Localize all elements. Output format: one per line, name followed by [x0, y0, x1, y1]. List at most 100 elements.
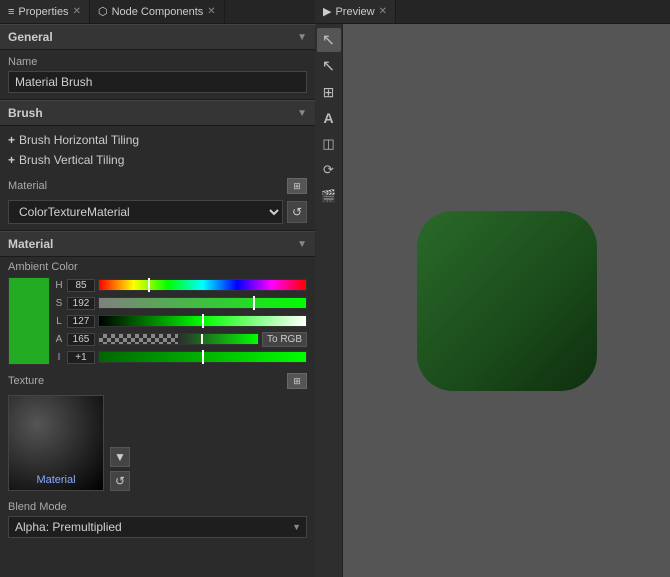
section-material-arrow: ▼	[297, 239, 307, 250]
left-panel: ≡ Properties ✕ ⬡ Node Components ✕ Gener…	[0, 0, 315, 577]
properties-icon: ≡	[8, 6, 14, 18]
section-general-label: General	[8, 30, 53, 44]
tab-node-components[interactable]: ⬡ Node Components ✕	[90, 0, 225, 23]
name-label: Name	[8, 56, 307, 68]
color-section: H S L	[0, 275, 315, 369]
blend-dropdown[interactable]: Alpha: Premultiplied	[8, 516, 307, 538]
tab-properties[interactable]: ≡ Properties ✕	[0, 0, 90, 23]
link-tool-btn[interactable]: ⟳	[317, 158, 341, 182]
material-icon-btn[interactable]: ⊞	[287, 178, 307, 194]
select-tool-btn[interactable]: ↖	[317, 54, 341, 78]
intensity-slider-row: I	[54, 349, 307, 365]
h-slider-bar[interactable]	[98, 279, 307, 291]
texture-grid-icon: ⊞	[293, 376, 301, 387]
plus-icon-v: +	[8, 153, 15, 167]
texture-label: Texture	[8, 375, 44, 387]
preview-canvas	[343, 24, 670, 577]
tab-properties-label: Properties	[18, 6, 68, 18]
l-label: L	[54, 316, 64, 327]
s-value[interactable]	[67, 297, 95, 310]
texture-dropdown-btn[interactable]: ▼	[110, 447, 130, 467]
l-value[interactable]	[67, 315, 95, 328]
tab-node-components-label: Node Components	[112, 6, 204, 18]
section-material[interactable]: Material ▼	[0, 231, 315, 257]
toolbar: ↖ ↖ ⊞ A ◫ ⟳ 🎬	[315, 24, 343, 577]
blend-label: Blend Mode	[8, 501, 307, 513]
a-color	[178, 334, 257, 344]
grid-tool-icon: ⊞	[323, 84, 335, 101]
i-slider-bar[interactable]	[98, 351, 307, 363]
texture-reset-btn[interactable]: ↺	[110, 471, 130, 491]
text-tool-btn[interactable]: A	[317, 106, 341, 130]
texture-row: Texture ⊞	[0, 369, 315, 391]
grid-tool-btn[interactable]: ⊞	[317, 80, 341, 104]
camera-tool-icon: 🎬	[321, 189, 336, 203]
material-grid-icon: ⊞	[293, 181, 301, 192]
i-label: I	[54, 352, 64, 363]
section-material-label: Material	[8, 237, 53, 251]
preview-content: ↖ ↖ ⊞ A ◫ ⟳ 🎬	[315, 24, 670, 577]
preview-rounded-rect	[417, 211, 597, 391]
h-label: H	[54, 280, 64, 291]
preview-tab-bar: ▶ Preview ✕	[315, 0, 670, 24]
tab-bar: ≡ Properties ✕ ⬡ Node Components ✕	[0, 0, 315, 24]
ambient-color-label: Ambient Color	[0, 257, 315, 275]
h-value[interactable]	[67, 279, 95, 292]
select-tool-icon: ↖	[322, 56, 335, 76]
i-value[interactable]	[67, 351, 95, 364]
tab-properties-close[interactable]: ✕	[73, 6, 81, 17]
layers-tool-btn[interactable]: ◫	[317, 132, 341, 156]
texture-controls: ▼ ↺	[110, 447, 130, 491]
section-general[interactable]: General ▼	[0, 24, 315, 50]
brush-items: + Brush Horizontal Tiling + Brush Vertic…	[0, 126, 315, 174]
a-slider-bar[interactable]	[98, 333, 259, 345]
tab-preview-close[interactable]: ✕	[379, 6, 387, 17]
section-brush[interactable]: Brush ▼	[0, 100, 315, 126]
camera-tool-btn[interactable]: 🎬	[317, 184, 341, 208]
cursor-tool-btn[interactable]: ↖	[317, 28, 341, 52]
color-preview[interactable]	[8, 277, 50, 365]
l-slider-bar[interactable]	[98, 315, 307, 327]
texture-reset-icon: ↺	[115, 474, 125, 488]
sat-slider-row: S	[54, 295, 307, 311]
name-input[interactable]	[8, 71, 307, 93]
name-field-container: Name	[0, 50, 315, 99]
blend-section: Blend Mode Alpha: Premultiplied	[0, 497, 315, 544]
brush-horizontal-tiling[interactable]: + Brush Horizontal Tiling	[0, 130, 315, 150]
material-reset-btn[interactable]: ↺	[287, 201, 307, 223]
material-row-label: Material	[8, 180, 287, 192]
reset-icon: ↺	[292, 205, 302, 219]
texture-icon-btn[interactable]: ⊞	[287, 373, 307, 389]
color-sliders: H S L	[54, 277, 307, 365]
texture-area: Material ▼ ↺	[0, 391, 315, 497]
a-checker	[99, 334, 178, 344]
node-components-icon: ⬡	[98, 5, 108, 18]
a-label: A	[54, 334, 64, 345]
texture-dropdown-icon: ▼	[114, 450, 126, 464]
alpha-slider-row: A To RGB	[54, 331, 307, 347]
cursor-tool-icon: ↖	[322, 30, 335, 50]
brush-horizontal-label: Brush Horizontal Tiling	[19, 133, 139, 147]
to-rgb-btn[interactable]: To RGB	[262, 332, 307, 347]
section-general-arrow: ▼	[297, 32, 307, 43]
lum-slider-row: L	[54, 313, 307, 329]
right-panel: ▶ Preview ✕ ↖ ↖ ⊞ A ◫ ⟳	[315, 0, 670, 577]
preview-play-icon: ▶	[323, 5, 331, 18]
text-tool-icon: A	[323, 110, 333, 126]
section-brush-arrow: ▼	[297, 108, 307, 119]
texture-thumbnail[interactable]: Material	[8, 395, 104, 491]
s-slider-bar[interactable]	[98, 297, 307, 309]
brush-vertical-label: Brush Vertical Tiling	[19, 153, 124, 167]
brush-vertical-tiling[interactable]: + Brush Vertical Tiling	[0, 150, 315, 170]
link-tool-icon: ⟳	[323, 162, 334, 178]
hue-slider-row: H	[54, 277, 307, 293]
a-value[interactable]	[67, 333, 95, 346]
section-brush-label: Brush	[8, 106, 43, 120]
material-dropdown[interactable]: ColorTextureMaterial	[8, 200, 283, 224]
tab-node-components-close[interactable]: ✕	[207, 6, 215, 17]
material-row: Material ⊞	[0, 174, 315, 198]
tab-preview-label: Preview	[335, 6, 374, 18]
tab-preview[interactable]: ▶ Preview ✕	[315, 0, 396, 23]
material-dropdown-row: ColorTextureMaterial ↺	[0, 198, 315, 230]
s-label: S	[54, 298, 64, 309]
